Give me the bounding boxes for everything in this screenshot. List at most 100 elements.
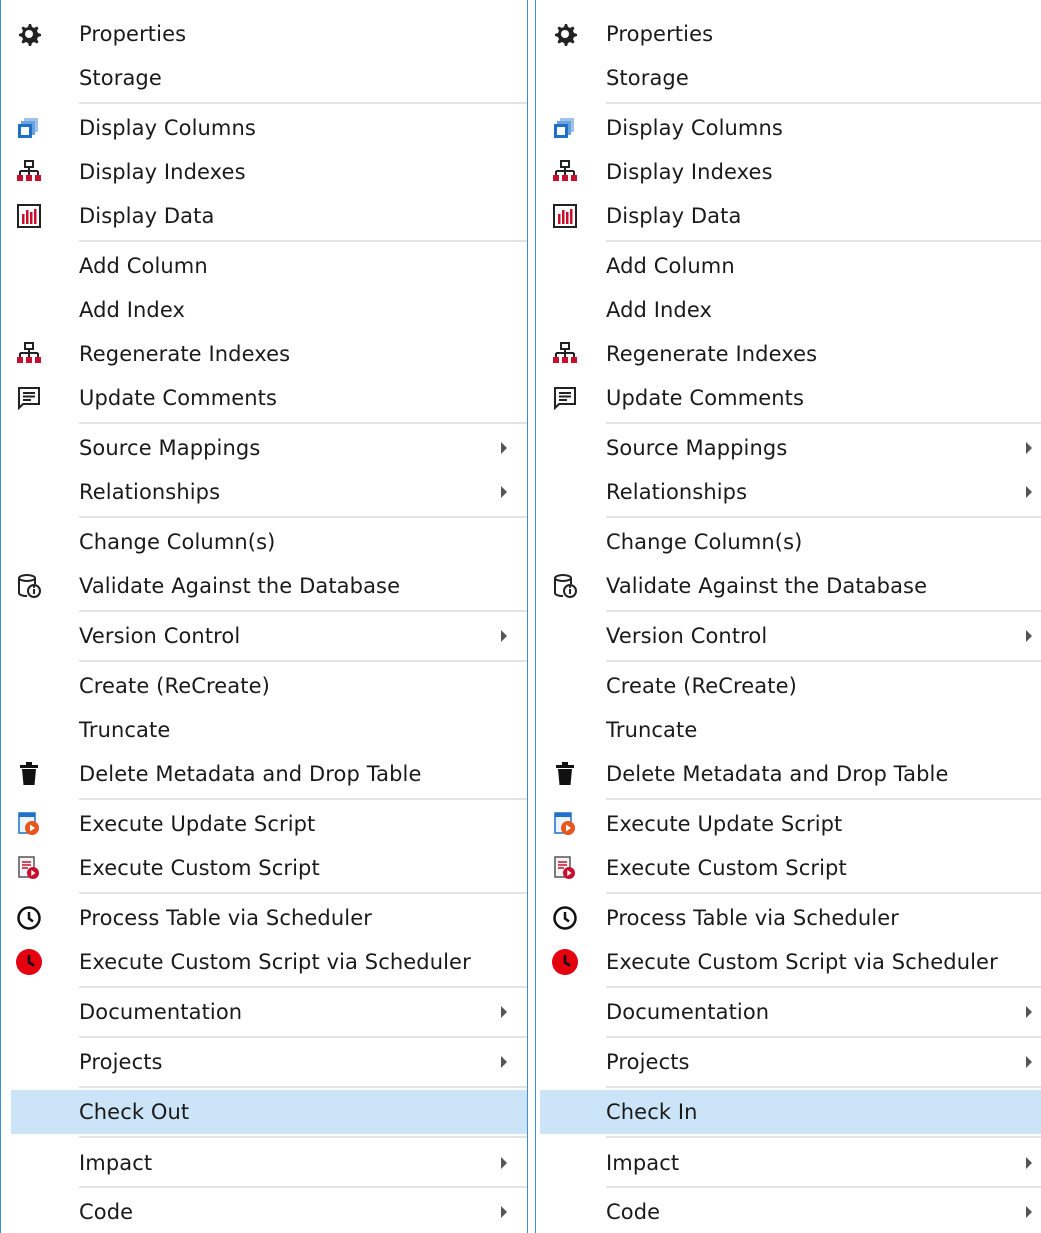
menu-separator — [79, 892, 527, 894]
menu-separator — [79, 660, 527, 662]
menu-item-truncate[interactable]: Truncate — [536, 708, 1041, 752]
menu-item-label: Execute Custom Script — [606, 856, 847, 880]
menu-item-properties[interactable]: Properties — [1, 12, 527, 56]
menu-separator — [606, 102, 1041, 104]
menu-item-documentation[interactable]: Documentation — [1, 990, 527, 1034]
submenu-arrow-icon — [501, 1006, 507, 1018]
submenu-arrow-icon — [1026, 1006, 1032, 1018]
menu-item-check-in[interactable]: Check In — [540, 1090, 1041, 1134]
menu-item-label: Delete Metadata and Drop Table — [606, 762, 949, 786]
menu-item-label: Display Indexes — [606, 160, 773, 184]
menu-separator — [606, 422, 1041, 424]
menu-item-properties[interactable]: Properties — [536, 12, 1041, 56]
menu-separator — [79, 422, 527, 424]
menu-item-source-mappings[interactable]: Source Mappings — [536, 426, 1041, 470]
menu-item-display-indexes[interactable]: Display Indexes — [536, 150, 1041, 194]
menu-item-label: Add Column — [79, 254, 208, 278]
menu-item-validate-against-the-database[interactable]: Validate Against the Database — [1, 564, 527, 608]
database-validate-icon — [15, 572, 43, 600]
submenu-arrow-icon — [1026, 442, 1032, 454]
menu-item-execute-custom-script-via-scheduler[interactable]: Execute Custom Script via Scheduler — [1, 940, 527, 984]
menu-item-label: Add Index — [79, 298, 186, 322]
menu-item-label: Regenerate Indexes — [79, 342, 291, 366]
index-hierarchy-icon — [15, 158, 43, 186]
menu-item-create-recreate[interactable]: Create (ReCreate) — [1, 664, 527, 708]
menu-item-display-columns[interactable]: Display Columns — [1, 106, 527, 150]
context-menu-left: Properties Storage Display Columns Display … — [0, 0, 528, 1233]
menu-item-display-data[interactable]: Display Data — [1, 194, 527, 238]
menu-item-storage[interactable]: Storage — [536, 56, 1041, 100]
menu-item-label: Validate Against the Database — [606, 574, 928, 598]
trash-icon — [551, 760, 579, 788]
menu-item-storage[interactable]: Storage — [1, 56, 527, 100]
menu-separator — [79, 1186, 527, 1188]
menu-item-code[interactable]: Code — [536, 1190, 1041, 1233]
menu-item-change-column-s[interactable]: Change Column(s) — [1, 520, 527, 564]
menu-item-validate-against-the-database[interactable]: Validate Against the Database — [536, 564, 1041, 608]
menu-item-add-index[interactable]: Add Index — [536, 288, 1041, 332]
menu-item-label: Code — [79, 1200, 134, 1224]
red-clock-icon — [15, 948, 43, 976]
menu-item-change-column-s[interactable]: Change Column(s) — [536, 520, 1041, 564]
menu-item-add-column[interactable]: Add Column — [536, 244, 1041, 288]
menu-item-impact[interactable]: Impact — [536, 1141, 1041, 1185]
menu-item-truncate[interactable]: Truncate — [1, 708, 527, 752]
menu-item-relationships[interactable]: Relationships — [536, 470, 1041, 514]
menu-item-add-index[interactable]: Add Index — [1, 288, 527, 332]
menu-item-version-control[interactable]: Version Control — [536, 614, 1041, 658]
menu-item-execute-custom-script[interactable]: Execute Custom Script — [536, 846, 1041, 890]
menu-item-label: Execute Update Script — [79, 812, 316, 836]
menu-separator — [606, 892, 1041, 894]
submenu-arrow-icon — [501, 1157, 507, 1169]
menu-item-update-comments[interactable]: Update Comments — [536, 376, 1041, 420]
menu-item-display-indexes[interactable]: Display Indexes — [1, 150, 527, 194]
menu-separator — [606, 1086, 1041, 1088]
clock-icon — [551, 904, 579, 932]
menu-item-create-recreate[interactable]: Create (ReCreate) — [536, 664, 1041, 708]
menu-item-label: Projects — [79, 1050, 163, 1074]
menu-separator — [606, 516, 1041, 518]
menu-item-execute-custom-script-via-scheduler[interactable]: Execute Custom Script via Scheduler — [536, 940, 1041, 984]
menu-item-update-comments[interactable]: Update Comments — [1, 376, 527, 420]
menu-item-regenerate-indexes[interactable]: Regenerate Indexes — [1, 332, 527, 376]
menu-item-relationships[interactable]: Relationships — [1, 470, 527, 514]
menu-item-check-out[interactable]: Check Out — [11, 1090, 527, 1134]
menu-separator — [79, 102, 527, 104]
submenu-arrow-icon — [1026, 630, 1032, 642]
columns-icon — [551, 114, 579, 142]
context-menu-right: Properties Storage Display Columns Display … — [535, 0, 1041, 1233]
menu-item-label: Process Table via Scheduler — [606, 906, 899, 930]
menu-item-execute-custom-script[interactable]: Execute Custom Script — [1, 846, 527, 890]
menu-item-label: Update Comments — [79, 386, 278, 410]
menu-item-regenerate-indexes[interactable]: Regenerate Indexes — [536, 332, 1041, 376]
menu-item-label: Process Table via Scheduler — [79, 906, 372, 930]
menu-item-delete-metadata-and-drop-table[interactable]: Delete Metadata and Drop Table — [536, 752, 1041, 796]
menu-separator — [606, 610, 1041, 612]
menu-item-version-control[interactable]: Version Control — [1, 614, 527, 658]
menu-item-source-mappings[interactable]: Source Mappings — [1, 426, 527, 470]
menu-item-label: Execute Custom Script via Scheduler — [79, 950, 471, 974]
submenu-arrow-icon — [501, 1056, 507, 1068]
menu-item-process-table-via-scheduler[interactable]: Process Table via Scheduler — [1, 896, 527, 940]
menu-item-add-column[interactable]: Add Column — [1, 244, 527, 288]
menu-item-impact[interactable]: Impact — [1, 1141, 527, 1185]
menu-item-execute-update-script[interactable]: Execute Update Script — [536, 802, 1041, 846]
menu-item-execute-update-script[interactable]: Execute Update Script — [1, 802, 527, 846]
gear-icon — [551, 20, 579, 48]
menu-item-label: Documentation — [606, 1000, 770, 1024]
menu-item-display-data[interactable]: Display Data — [536, 194, 1041, 238]
menu-item-code[interactable]: Code — [1, 1190, 527, 1233]
menu-item-display-columns[interactable]: Display Columns — [536, 106, 1041, 150]
menu-item-projects[interactable]: Projects — [1, 1040, 527, 1084]
menu-item-delete-metadata-and-drop-table[interactable]: Delete Metadata and Drop Table — [1, 752, 527, 796]
submenu-arrow-icon — [1026, 486, 1032, 498]
menu-item-label: Source Mappings — [79, 436, 261, 460]
menu-item-projects[interactable]: Projects — [536, 1040, 1041, 1084]
menu-item-label: Check In — [606, 1100, 698, 1124]
menu-item-label: Display Columns — [79, 116, 256, 140]
menu-item-label: Impact — [79, 1151, 153, 1175]
menu-item-process-table-via-scheduler[interactable]: Process Table via Scheduler — [536, 896, 1041, 940]
menu-item-label: Truncate — [606, 718, 698, 742]
menu-item-label: Add Column — [606, 254, 735, 278]
menu-item-documentation[interactable]: Documentation — [536, 990, 1041, 1034]
